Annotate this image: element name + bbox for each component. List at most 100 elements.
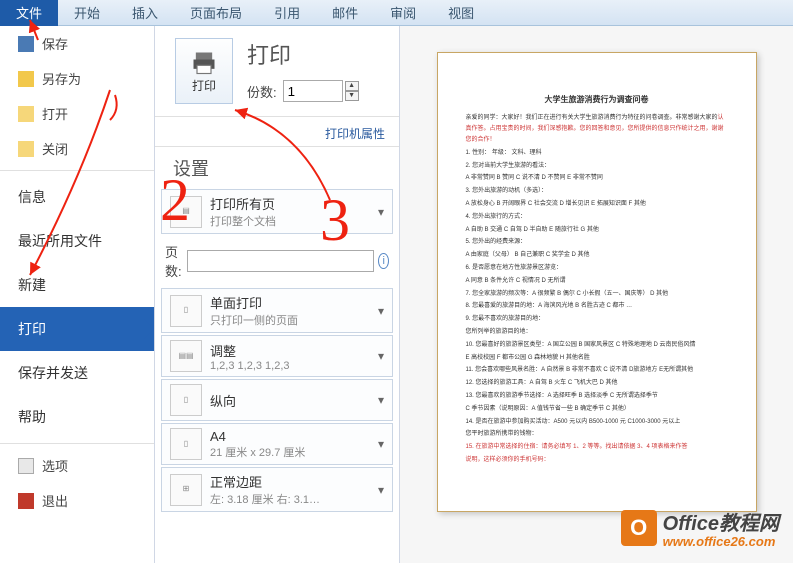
setting-label: 纵向 [210, 391, 374, 410]
close-icon [18, 141, 34, 157]
saveas-icon [18, 71, 34, 87]
setting-sides[interactable]: ▯ 单面打印 只打印一侧的页面 ▾ [161, 288, 393, 333]
preview-line: 13. 您最喜欢的旅游季节选择：A 选择旺季 B 选择淡季 C 无所谓选择季节 [466, 391, 728, 402]
setting-paper-size[interactable]: ▯ A4 21 厘米 x 29.7 厘米 ▾ [161, 423, 393, 465]
pages-input[interactable] [187, 250, 374, 272]
preview-title: 大学生旅游消费行为调查问卷 [466, 93, 728, 107]
save-icon [18, 36, 34, 52]
print-button[interactable]: 打印 [175, 38, 233, 104]
tab-insert[interactable]: 插入 [116, 0, 174, 26]
sidebar-item-recent[interactable]: 最近所用文件 [0, 219, 154, 263]
ribbon-tabs: 文件 开始 插入 页面布局 引用 邮件 审阅 视图 [0, 0, 793, 26]
preview-line: 9. 您最不喜欢的旅游目的地： [466, 314, 728, 325]
info-icon[interactable]: i [378, 253, 389, 269]
sidebar-item-new[interactable]: 新建 [0, 263, 154, 307]
setting-label: 打印所有页 [210, 194, 374, 213]
setting-label: 单面打印 [210, 293, 374, 312]
preview-line: 2. 您对当前大学生旅游的看法： [466, 161, 728, 172]
chevron-down-icon: ▾ [378, 483, 384, 497]
copies-spinner[interactable]: ▲▼ [345, 81, 359, 101]
setting-print-range[interactable]: ▤ 打印所有页 打印整个文档 ▾ [161, 189, 393, 234]
preview-line: 8. 您最喜爱的旅游目的地：A 海滨风光地 B 名胜古迹 C 都市 … [466, 301, 728, 312]
sidebar-item-saveas[interactable]: 另存为 [0, 61, 154, 96]
portrait-icon: ▯ [170, 384, 202, 416]
preview-line: A 同意 B 条件允许 C 视情况 D 无所谓 [466, 276, 728, 287]
tab-layout[interactable]: 页面布局 [174, 0, 258, 26]
sidebar-item-label: 另存为 [42, 69, 81, 88]
tab-mailings[interactable]: 邮件 [316, 0, 374, 26]
setting-label: 正常边距 [210, 472, 374, 491]
preview-line: A 由家庭（父母） B 自己兼职 C 奖学金 D 其他 [466, 250, 728, 261]
setting-label: 调整 [210, 341, 374, 360]
single-side-icon: ▯ [170, 295, 202, 327]
tab-file[interactable]: 文件 [0, 0, 58, 26]
pages-row: 页数: i [155, 236, 399, 286]
sidebar-item-sendsave[interactable]: 保存并发送 [0, 351, 154, 395]
chevron-down-icon: ▾ [378, 349, 384, 363]
preview-redline: 说明，这样必须你的手机号码： [466, 455, 728, 466]
tab-view[interactable]: 视图 [432, 0, 490, 26]
preview-line: 11. 您会喜欢哪些风景名胜：A 自然景 B 非常不喜欢 C 说不清 D旅游地方… [466, 365, 728, 376]
print-header: 打印 打印 份数: ▲▼ [155, 34, 399, 117]
print-button-label: 打印 [192, 77, 216, 94]
setting-label: A4 [210, 429, 374, 444]
print-title: 打印 [247, 38, 359, 70]
sidebar-item-exit[interactable]: 退出 [0, 483, 154, 518]
spinner-down-icon[interactable]: ▼ [345, 91, 359, 101]
margins-icon: ⊞ [170, 474, 202, 506]
preview-line: 3. 您外出旅游的动机（多选）： [466, 186, 728, 197]
sidebar-item-print[interactable]: 打印 [0, 307, 154, 351]
preview-line: 7. 您全家旅游的频次等：A 很频繁 B 偶尔 C 小长假（五一、国庆等） D … [466, 289, 728, 300]
preview-line: E 高校校园 F 都市公园 G 森林地貌 H 其他名胜 [466, 353, 728, 364]
printer-icon [190, 49, 218, 77]
spinner-up-icon[interactable]: ▲ [345, 81, 359, 91]
tab-home[interactable]: 开始 [58, 0, 116, 26]
sidebar-item-close[interactable]: 关闭 [0, 131, 154, 166]
preview-line: A 自助 B 交通 C 自驾 D 半自助 E 随旅行社 G 其他 [466, 225, 728, 236]
setting-orientation[interactable]: ▯ 纵向 ▾ [161, 379, 393, 421]
sidebar-item-label: 选项 [42, 456, 68, 475]
watermark: O Office教程网 www.office26.com [621, 507, 779, 549]
backstage-sidebar: 保存 另存为 打开 关闭 信息 最近所用文件 新建 打印 保存并发送 帮助 选项… [0, 26, 155, 563]
paper-icon: ▯ [170, 428, 202, 460]
open-icon [18, 106, 34, 122]
setting-collate[interactable]: ▤▤ 调整 1,2,3 1,2,3 1,2,3 ▾ [161, 335, 393, 377]
preview-line: C 季节因素（说明原因：A 值钱节省一些 B 确定季节 C 其他） [466, 404, 728, 415]
chevron-down-icon: ▾ [378, 393, 384, 407]
collate-icon: ▤▤ [170, 340, 202, 372]
chevron-down-icon: ▾ [378, 304, 384, 318]
sidebar-item-options[interactable]: 选项 [0, 448, 154, 483]
preview-line: 6. 是否愿意在地方性旅游景区游览： [466, 263, 728, 274]
sidebar-item-info[interactable]: 信息 [0, 175, 154, 219]
preview-line: 您平时旅游所携带的钱物： [466, 429, 728, 440]
watermark-logo: O [621, 510, 657, 546]
watermark-url: www.office26.com [663, 534, 779, 549]
sidebar-item-open[interactable]: 打开 [0, 96, 154, 131]
tab-references[interactable]: 引用 [258, 0, 316, 26]
options-icon [18, 458, 34, 474]
setting-margins[interactable]: ⊞ 正常边距 左: 3.18 厘米 右: 3.1… ▾ [161, 467, 393, 512]
preview-line: 您所列举的旅游目的地： [466, 327, 728, 338]
copies-input[interactable] [283, 80, 343, 102]
preview-line: 14. 是否在旅游中参加购买活动：A500 元以内 B500-1000 元 C1… [466, 417, 728, 428]
print-preview-area: 大学生旅游消费行为调查问卷 亲爱的同学：大家好！我们正在进行有关大学生旅游消费行… [400, 26, 793, 563]
sidebar-item-label: 保存 [42, 34, 68, 53]
printer-properties-link[interactable]: 打印机属性 [155, 117, 399, 147]
copies-label: 份数: [247, 82, 277, 101]
preview-page: 大学生旅游消费行为调查问卷 亲爱的同学：大家好！我们正在进行有关大学生旅游消费行… [437, 52, 757, 512]
sidebar-item-label: 关闭 [42, 139, 68, 158]
pages-label: 页数: [165, 242, 183, 280]
setting-sublabel: 1,2,3 1,2,3 1,2,3 [210, 360, 374, 372]
sidebar-item-save[interactable]: 保存 [0, 26, 154, 61]
sidebar-item-label: 退出 [42, 491, 68, 510]
sidebar-item-help[interactable]: 帮助 [0, 395, 154, 439]
preview-line: 5. 您外出的经费来源： [466, 237, 728, 248]
pages-icon: ▤ [170, 196, 202, 228]
tab-review[interactable]: 审阅 [374, 0, 432, 26]
exit-icon [18, 493, 34, 509]
divider [0, 170, 154, 171]
chevron-down-icon: ▾ [378, 205, 384, 219]
print-panel: 打印 打印 份数: ▲▼ 打印机属性 设置 ▤ 打印所有页 打印整个文档 ▾ 页… [155, 26, 400, 563]
preview-line: A 非常赞同 B 赞同 C 说不清 D 不赞同 E 非常不赞同 [466, 173, 728, 184]
setting-sublabel: 打印整个文档 [210, 213, 374, 229]
